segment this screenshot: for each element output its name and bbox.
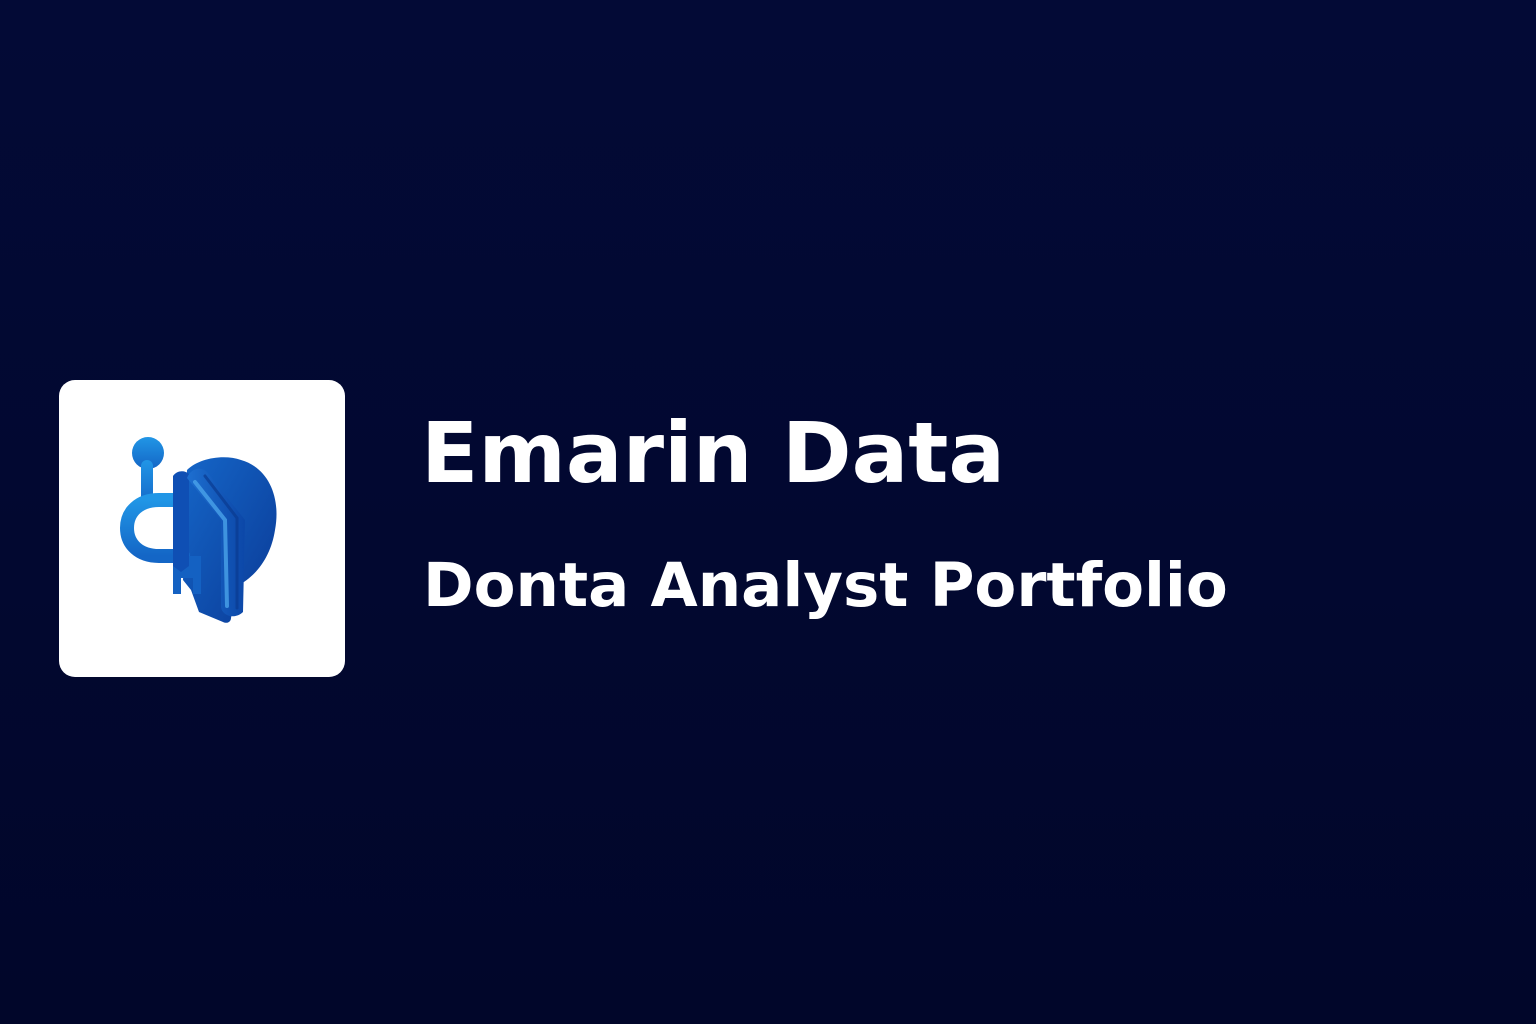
brand-lockup: Emarin Data Donta Analyst Portfolio [59,380,1479,677]
brand-tagline: Donta Analyst Portfolio [423,550,1228,621]
logo-tile [59,380,345,677]
brand-title: Emarin Data [421,404,1006,502]
abstract-blue-figure-icon [119,437,277,623]
